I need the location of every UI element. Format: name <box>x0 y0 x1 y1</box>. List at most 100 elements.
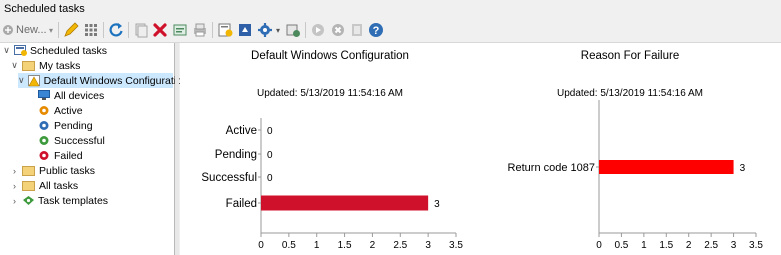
tree-node-label: All tasks <box>39 179 79 192</box>
templates-icon <box>22 195 34 206</box>
x-tick-label: 3 <box>731 240 737 251</box>
tree-node-task-templates[interactable]: › Task templates <box>10 193 108 208</box>
pane-splitter[interactable] <box>175 43 179 255</box>
tree-node-failed[interactable]: Failed <box>38 148 83 163</box>
x-tick-label: 2 <box>370 240 376 251</box>
bar <box>599 160 734 174</box>
x-tick-label: 1 <box>314 240 320 251</box>
tree-node-label: Active <box>54 104 83 117</box>
scheduled-tasks-icon <box>14 45 27 56</box>
toolbar-separator <box>103 22 104 38</box>
tree-node-label: Public tasks <box>39 164 96 177</box>
gear-pending-icon <box>38 120 50 131</box>
start-icon[interactable] <box>310 22 326 38</box>
expand-icon[interactable]: › <box>10 181 19 191</box>
x-tick-label: 2.5 <box>393 240 407 251</box>
x-tick-label: 0 <box>258 240 264 251</box>
toolbar-separator <box>128 22 129 38</box>
bar-value-label: 3 <box>434 199 440 210</box>
status-bar-chart: 0 0.5 1 1.5 2 2.5 3 3.5 Active 0 Pending 0 Successfu… <box>201 118 463 251</box>
category-label: Failed <box>226 198 257 210</box>
x-tick-label: 3.5 <box>449 240 463 251</box>
stop-icon[interactable] <box>330 22 346 38</box>
category-label: Active <box>226 125 257 137</box>
bar <box>261 195 429 211</box>
window-title: Scheduled tasks <box>4 3 85 15</box>
toolbar-separator <box>305 22 306 38</box>
bar-value-label: 0 <box>267 173 273 184</box>
edit-icon[interactable] <box>63 22 79 38</box>
category-label: Return code 1087 <box>508 162 595 174</box>
title-bar: Scheduled tasks <box>0 0 781 18</box>
tree-node-label: All devices <box>54 89 105 102</box>
folder-icon <box>22 60 35 71</box>
x-tick-label: 3.5 <box>749 240 763 251</box>
category-label: Pending <box>215 149 257 161</box>
tree-node-all-devices[interactable]: All devices <box>38 88 104 103</box>
delete-icon[interactable] <box>152 22 168 38</box>
settings-icon[interactable] <box>257 22 273 38</box>
refresh-icon[interactable] <box>108 22 124 38</box>
tree-node-label: Task templates <box>38 194 109 207</box>
tree-node-pending[interactable]: Pending <box>38 118 93 133</box>
toolbar-separator <box>58 22 59 38</box>
x-tick-label: 0.5 <box>614 240 628 251</box>
bar-value-label: 3 <box>740 163 746 174</box>
expand-icon[interactable]: › <box>10 196 19 206</box>
export-icon[interactable] <box>172 22 188 38</box>
tree-node-label: Failed <box>54 149 83 162</box>
grid-view-icon[interactable] <box>83 22 99 38</box>
x-tick-label: 3 <box>425 240 431 251</box>
clipboard-icon[interactable] <box>349 22 365 38</box>
bar-value-label: 0 <box>267 126 273 137</box>
x-tick-label: 1.5 <box>659 240 673 251</box>
task-warning-icon <box>27 75 40 87</box>
folder-icon <box>22 180 35 191</box>
toolbar-separator <box>212 22 213 38</box>
tree-node-label: My tasks <box>39 59 81 72</box>
tree-node-all-tasks[interactable]: › All tasks <box>10 178 78 193</box>
failure-reason-bar-chart: 0 0.5 1 1.5 2 2.5 3 3.5 Return code 1087 3 <box>508 100 763 251</box>
bar-value-label: 0 <box>267 150 273 161</box>
tree-node-label: Successful <box>54 134 105 147</box>
new-icon[interactable] <box>2 22 14 38</box>
navigation-tree: ∨ Scheduled tasks ∨ My tasks ∨ Default W… <box>0 43 188 255</box>
copy-icon[interactable] <box>133 22 149 38</box>
category-label: Successful <box>201 172 257 184</box>
x-tick-label: 1 <box>641 240 647 251</box>
new-dropdown-icon[interactable]: ▾ <box>47 22 55 38</box>
monitor-icon <box>38 90 50 101</box>
tree-node-default-windows-configuration[interactable]: ∨ Default Windows Configuration <box>18 73 188 88</box>
tree-node-label: Pending <box>54 119 93 132</box>
x-tick-label: 1.5 <box>338 240 352 251</box>
tree-node-active[interactable]: Active <box>38 103 83 118</box>
collapse-icon[interactable]: ∨ <box>2 45 11 56</box>
tree-node-scheduled-tasks[interactable]: ∨ Scheduled tasks <box>2 43 107 58</box>
tree-node-label: Default Windows Configuration <box>43 74 188 87</box>
gear-failed-icon <box>38 150 50 161</box>
expand-icon[interactable]: › <box>10 166 19 176</box>
chart-pane: Default Windows Configuration Updated: 5… <box>180 43 781 255</box>
gear-active-icon <box>38 105 50 116</box>
task-properties-icon[interactable] <box>217 22 233 38</box>
print-icon[interactable] <box>192 22 208 38</box>
tree-node-successful[interactable]: Successful <box>38 133 105 148</box>
x-tick-label: 0 <box>596 240 602 251</box>
collapse-icon[interactable]: ∨ <box>10 60 19 71</box>
tree-node-label: Scheduled tasks <box>30 44 108 57</box>
schedule-icon[interactable] <box>285 22 301 38</box>
x-tick-label: 2 <box>686 240 692 251</box>
collapse-icon[interactable]: ∨ <box>18 75 25 86</box>
folder-icon <box>22 165 35 176</box>
new-button[interactable]: New... <box>16 22 47 38</box>
settings-dropdown-icon[interactable]: ▾ <box>274 22 282 38</box>
gear-successful-icon <box>38 135 50 146</box>
toolbar: New... ▾ ▾ ? <box>0 18 781 43</box>
tree-node-my-tasks[interactable]: ∨ My tasks <box>10 58 80 73</box>
help-icon[interactable]: ? <box>368 22 384 38</box>
deploy-icon[interactable] <box>237 22 253 38</box>
svg-text:?: ? <box>373 25 380 37</box>
tree-node-public-tasks[interactable]: › Public tasks <box>10 163 95 178</box>
x-tick-label: 0.5 <box>282 240 296 251</box>
x-tick-label: 2.5 <box>704 240 718 251</box>
